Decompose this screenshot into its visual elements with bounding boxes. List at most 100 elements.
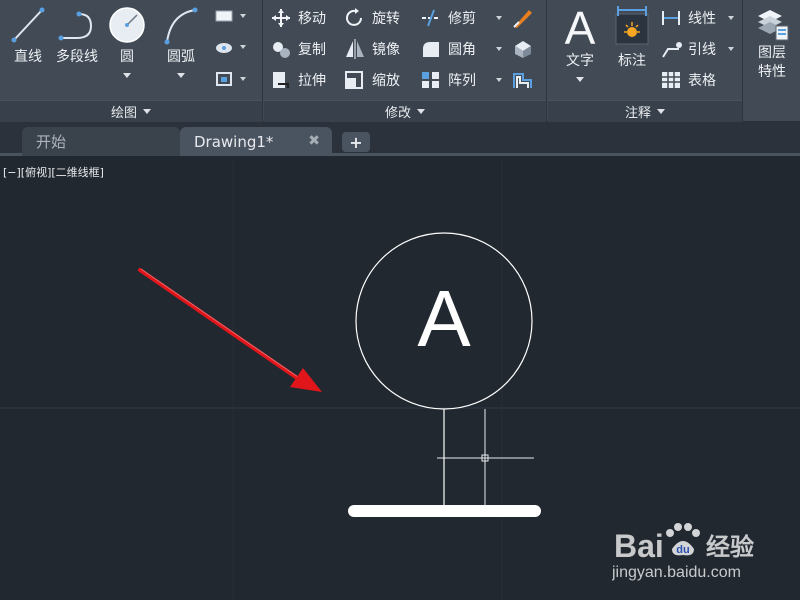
- move-icon: [272, 9, 290, 27]
- svg-text:A: A: [565, 4, 596, 50]
- fillet-icon: [423, 42, 439, 57]
- trim-tool[interactable]: 修剪: [420, 8, 502, 28]
- polyline-icon: [58, 11, 93, 41]
- leader-tool[interactable]: 引线: [660, 39, 734, 59]
- autocad-window: 直线 多段线 圆 圆弧 绘图 移动 复制 拉伸 旋转 镜像 缩放 修剪 圆角 阵…: [0, 0, 800, 600]
- trim-icon: [422, 9, 440, 27]
- table-tool[interactable]: 表格: [660, 70, 716, 90]
- svg-text:jingyan.baidu.com: jingyan.baidu.com: [612, 564, 741, 581]
- arc-tool[interactable]: 圆弧: [158, 4, 204, 82]
- layer-properties-tool[interactable]: 图层 特性: [748, 4, 796, 82]
- rotate-icon: [346, 8, 362, 26]
- arc-icon: [164, 7, 198, 45]
- watermark-logo: Bai du 经验 jingyan.baidu.com: [611, 523, 754, 581]
- copy-tool[interactable]: 复制: [270, 39, 326, 59]
- linear-dropdown-caret[interactable]: [728, 16, 734, 20]
- trim-dropdown-caret[interactable]: [496, 16, 502, 20]
- region-icon: [216, 72, 232, 86]
- rectangle-icon: [215, 10, 233, 22]
- hatch-dropdown-caret[interactable]: [240, 45, 246, 49]
- rectangle-tool[interactable]: [214, 8, 246, 24]
- trim-label: 修剪: [448, 11, 476, 27]
- draw-panel-title: 绘图: [110, 106, 137, 121]
- text-tool[interactable]: A 文字: [558, 4, 602, 86]
- line-tool[interactable]: 直线: [6, 4, 50, 66]
- linear-dimension-label: 线性: [688, 11, 716, 27]
- text-icon: A: [565, 4, 596, 50]
- offset-icon[interactable]: [511, 68, 535, 92]
- dimension-icon: [615, 6, 649, 45]
- polyline-tool[interactable]: 多段线: [52, 4, 102, 66]
- erase-icon[interactable]: [511, 6, 535, 30]
- modify-panel-caret-icon: [417, 109, 425, 114]
- annotation-panel-caret-icon: [657, 109, 665, 114]
- circle-label: 圆: [120, 49, 134, 65]
- explode-icon[interactable]: [511, 36, 535, 60]
- table-label: 表格: [688, 73, 716, 89]
- stretch-label: 拉伸: [298, 73, 326, 89]
- file-tab-bar: 开始 Drawing1* ✖ +: [0, 122, 800, 156]
- scale-label: 缩放: [372, 73, 400, 89]
- text-label: 文字: [566, 53, 594, 69]
- tab-start-label: 开始: [36, 133, 67, 151]
- layer-properties-label: 图层 特性: [758, 45, 786, 80]
- paw-icon: du: [666, 523, 700, 556]
- scale-icon: [345, 71, 363, 89]
- rotate-label: 旋转: [372, 11, 400, 27]
- text-dropdown-caret[interactable]: [576, 77, 584, 82]
- ribbon: 直线 多段线 圆 圆弧 绘图 移动 复制 拉伸 旋转 镜像 缩放 修剪 圆角 阵…: [0, 0, 800, 122]
- baidu-jingyan-watermark: Bai du 经验 jingyan.baidu.com: [611, 517, 792, 597]
- array-tool[interactable]: 阵列: [420, 70, 502, 90]
- tab-start[interactable]: 开始: [22, 127, 180, 156]
- modify-panel-title: 修改: [384, 106, 411, 121]
- linear-dimension-icon: [662, 11, 680, 25]
- linear-dimension-tool[interactable]: 线性: [660, 8, 734, 28]
- fillet-dropdown-caret[interactable]: [496, 47, 502, 51]
- svg-text:经验: 经验: [706, 533, 754, 561]
- leader-dropdown-caret[interactable]: [728, 47, 734, 51]
- circle-dropdown-caret[interactable]: [123, 73, 131, 78]
- modify-panel: 移动 复制 拉伸 旋转 镜像 缩放 修剪 圆角 阵列 修改: [264, 0, 547, 122]
- line-label: 直线: [14, 49, 42, 65]
- close-icon[interactable]: ✖: [308, 133, 320, 149]
- hatch-tool[interactable]: [214, 39, 246, 55]
- region-tool[interactable]: [214, 70, 246, 88]
- layers-panel: 图层 特性: [744, 0, 800, 122]
- new-tab-button[interactable]: +: [342, 132, 370, 152]
- layer-properties-icon: [758, 10, 789, 41]
- mirror-label: 镜像: [372, 42, 400, 58]
- scale-tool[interactable]: 缩放: [344, 70, 400, 90]
- balloon-letter: A: [417, 274, 471, 363]
- rotate-tool[interactable]: 旋转: [344, 8, 400, 28]
- array-label: 阵列: [448, 73, 476, 89]
- array-dropdown-caret[interactable]: [496, 78, 502, 82]
- stretch-tool[interactable]: 拉伸: [270, 70, 326, 90]
- modify-panel-footer[interactable]: 修改: [264, 100, 546, 122]
- fillet-tool[interactable]: 圆角: [420, 39, 502, 59]
- circle-icon: [109, 7, 145, 43]
- arc-label: 圆弧: [167, 49, 195, 65]
- dimension-tool[interactable]: 标注: [610, 4, 654, 70]
- table-icon: [662, 72, 680, 88]
- move-tool[interactable]: 移动: [270, 8, 326, 28]
- viewport-controls-label[interactable]: [−][俯视][二维线框]: [3, 164, 104, 180]
- arc-dropdown-caret[interactable]: [177, 73, 185, 78]
- fillet-label: 圆角: [448, 42, 476, 58]
- polyline-label: 多段线: [56, 49, 98, 65]
- tab-drawing1[interactable]: Drawing1* ✖: [180, 127, 332, 156]
- array-icon: [422, 72, 439, 88]
- circle-tool[interactable]: 圆: [106, 4, 148, 82]
- stretch-icon: [273, 72, 289, 88]
- draw-panel: 直线 多段线 圆 圆弧 绘图: [0, 0, 263, 122]
- dimension-label: 标注: [618, 53, 646, 69]
- region-dropdown-caret[interactable]: [240, 77, 246, 81]
- svg-text:du: du: [676, 544, 689, 556]
- move-label: 移动: [298, 11, 326, 27]
- line-icon: [11, 7, 45, 43]
- rectangle-dropdown-caret[interactable]: [240, 14, 246, 18]
- draw-panel-footer[interactable]: 绘图: [0, 100, 262, 122]
- mirror-tool[interactable]: 镜像: [344, 39, 400, 59]
- hatch-icon: [216, 43, 232, 53]
- red-arrow-icon: [138, 268, 322, 392]
- annotation-panel-footer[interactable]: 注释: [548, 100, 742, 122]
